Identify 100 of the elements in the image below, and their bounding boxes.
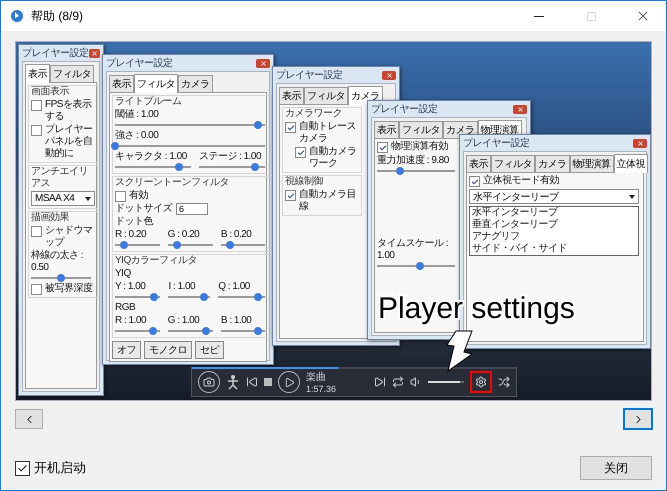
slider-thumb[interactable] [254, 327, 262, 335]
slider-label: キャラクタ : 1.00 [115, 151, 188, 163]
checkbox-label: 自動トレースカメラ [299, 121, 357, 145]
slider-label: R : 1.00 [115, 315, 148, 327]
group-label: 画面表示 [31, 86, 70, 98]
tab[interactable]: 立体視 [614, 154, 648, 173]
checkbox[interactable] [31, 100, 42, 111]
checkbox[interactable] [285, 122, 296, 133]
volume-icon[interactable] [410, 376, 422, 388]
window-title: 帮助 (8/9) [31, 8, 84, 24]
checkbox-label: プレイヤーパネルを自動的に [45, 124, 94, 160]
next-icon[interactable] [374, 376, 386, 388]
slider-thumb[interactable] [175, 163, 184, 171]
close-button[interactable] [513, 104, 527, 114]
track-title: 楽曲 [306, 370, 327, 384]
checkbox[interactable] [469, 176, 480, 187]
slider-label: タイムスケール : 1.00 [377, 238, 450, 262]
play-button[interactable] [278, 371, 300, 393]
slider-thumb[interactable] [226, 241, 234, 249]
track-time: 1:57.36 [306, 384, 338, 394]
tab[interactable]: カメラ [535, 155, 570, 172]
dialog-title: プレイヤー設定 [106, 56, 172, 70]
close-button[interactable] [256, 58, 270, 68]
close-icon [90, 50, 98, 56]
tab[interactable]: カメラ [178, 75, 212, 92]
tab[interactable]: フィルタ [491, 155, 535, 172]
checkbox[interactable] [285, 190, 296, 201]
checkbox-label: 被写界深度 [45, 283, 92, 295]
close-icon [260, 60, 266, 66]
checkbox[interactable] [31, 125, 42, 136]
tab[interactable]: 表示 [109, 75, 134, 92]
slider-thumb[interactable] [251, 163, 260, 171]
checkmark-icon [17, 462, 28, 474]
slider-label: Q : 1.00 [218, 281, 251, 293]
close-button[interactable] [382, 70, 396, 80]
checkbox[interactable] [31, 226, 42, 237]
group-label: スクリーントーンフィルタ [115, 177, 230, 189]
tab[interactable]: 表示 [25, 64, 50, 83]
slider-thumb[interactable] [396, 167, 404, 175]
repeat-icon[interactable] [392, 376, 404, 388]
slider-thumb[interactable] [120, 241, 128, 249]
slider-thumb[interactable] [254, 293, 262, 301]
checkbox[interactable] [295, 147, 306, 158]
tab[interactable]: 表示 [374, 121, 399, 138]
settings-button[interactable] [470, 371, 492, 393]
tab[interactable]: フィルタ [304, 87, 348, 104]
checkbox[interactable] [15, 460, 30, 476]
slider-label: G : 0.20 [168, 229, 200, 241]
tab[interactable]: 物理演算 [570, 155, 614, 172]
close-button[interactable] [88, 48, 100, 58]
section-label: YIQ [115, 268, 132, 280]
slider-thumb[interactable] [150, 293, 158, 301]
checkbox-label: 自動カメラワーク [309, 146, 358, 170]
slider-thumb[interactable] [148, 327, 157, 335]
slider-thumb[interactable] [200, 293, 208, 301]
previous-icon[interactable] [246, 376, 258, 388]
camera-button[interactable] [198, 371, 220, 393]
checkmark-icon [286, 124, 294, 132]
dropdown[interactable]: 水平インターリーブ [469, 189, 639, 204]
checkbox-label: 开机启动 [34, 459, 86, 477]
slider-thumb[interactable] [57, 274, 65, 282]
close-dialog-button[interactable]: 关闭 [580, 456, 652, 480]
checkmark-icon [286, 192, 294, 200]
play-icon [284, 376, 294, 388]
close-icon [636, 140, 644, 146]
close-button[interactable] [633, 138, 647, 148]
checkbox[interactable] [31, 284, 42, 295]
checkbox-label: 物理演算有効 [391, 141, 448, 153]
group-label: 描画効果 [31, 212, 70, 224]
checkbox[interactable] [115, 191, 126, 202]
preset-button[interactable]: モノクロ [144, 341, 192, 359]
checkmark-icon [470, 178, 478, 186]
camera-icon [203, 376, 215, 388]
tab[interactable]: フィルタ [50, 65, 94, 82]
slider-label: 枠線の太さ : 0.50 [31, 250, 84, 274]
slider-thumb[interactable] [254, 121, 262, 129]
dialog-title: プレイヤー設定 [22, 46, 88, 60]
slider-thumb[interactable] [416, 262, 424, 270]
section-label: ドット色 [115, 216, 154, 228]
slider-label: B : 1.00 [220, 315, 252, 327]
group-label: 視線制御 [285, 176, 324, 188]
slider-thumb[interactable] [202, 327, 210, 335]
next-button[interactable] [624, 409, 652, 429]
preset-button[interactable]: セピ [195, 341, 224, 359]
tab[interactable]: 表示 [279, 87, 304, 104]
dialog-title: プレイヤー設定 [276, 68, 342, 82]
tab[interactable]: フィルタ [399, 121, 443, 138]
shuffle-icon[interactable] [498, 376, 510, 388]
maximize-icon [586, 10, 596, 22]
preset-button[interactable]: オフ [112, 341, 141, 359]
tab[interactable]: 表示 [466, 155, 491, 172]
checkbox[interactable] [377, 142, 388, 153]
close-icon [516, 106, 524, 112]
slider-thumb[interactable] [172, 241, 181, 249]
figure-icon[interactable] [226, 374, 240, 390]
number-field[interactable]: 6 [176, 203, 208, 215]
tab[interactable]: フィルタ [134, 74, 178, 93]
slider-label: G : 1.00 [168, 315, 200, 327]
dropdown[interactable]: MSAA X4 [31, 191, 95, 206]
slider-thumb[interactable] [111, 142, 119, 150]
